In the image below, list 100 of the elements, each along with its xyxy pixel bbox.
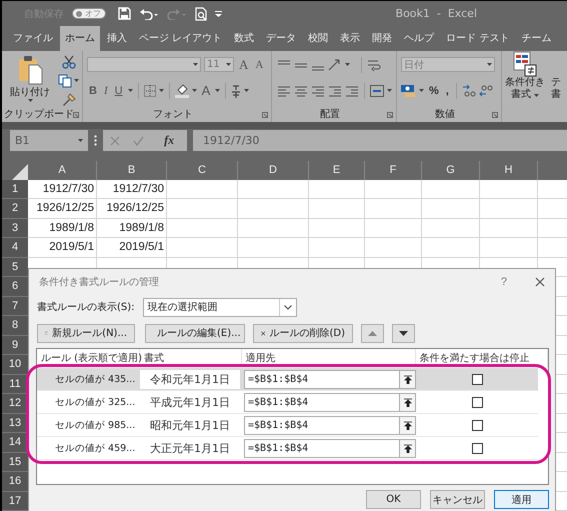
row-header[interactable]: 5 [2, 258, 28, 277]
bold-button[interactable]: B [87, 84, 99, 97]
stop-if-true-checkbox[interactable] [472, 442, 482, 454]
scissors-icon[interactable] [62, 54, 76, 69]
dialog-launcher-icon[interactable] [73, 112, 79, 118]
dialog-launcher-icon[interactable] [387, 112, 393, 118]
range-select-button[interactable] [400, 416, 416, 434]
dialog-launcher-icon[interactable] [492, 112, 498, 118]
stop-if-true-checkbox[interactable] [472, 396, 482, 408]
fill-color-icon[interactable] [174, 84, 189, 98]
new-rule-button[interactable]: 新規ルール(N)... [37, 324, 135, 342]
scope-dropdown[interactable]: 現在の選択範囲 [142, 298, 297, 316]
dialog-button[interactable]: OK [366, 490, 421, 509]
copy-icon[interactable] [58, 74, 72, 88]
align-left-icon[interactable] [277, 84, 291, 97]
borders-icon[interactable] [144, 84, 156, 97]
ribbon-tab[interactable]: 校閲 [303, 26, 334, 51]
row-header[interactable]: 7 [2, 296, 28, 316]
dialog-button[interactable]: キャンセル [430, 490, 485, 509]
row-header[interactable]: 8 [2, 316, 28, 336]
check-icon[interactable] [133, 136, 144, 146]
rule-row[interactable]: セルの値が 435... 令和元年1月1日 =$B$1:$B$4 [37, 368, 538, 391]
row-header[interactable]: 15 [2, 452, 28, 472]
phonetic-icon[interactable] [231, 84, 242, 98]
applies-to-field[interactable]: =$B$1:$B$4 [244, 416, 400, 434]
font-color-button[interactable]: A [200, 83, 212, 98]
dialog-title: 条件付き書式ルールの管理 [39, 276, 159, 289]
ribbon-tab[interactable]: 数式 [229, 26, 260, 51]
wrap-text-icon[interactable] [367, 58, 381, 72]
save-icon[interactable] [118, 7, 131, 20]
row-header[interactable]: 3 [2, 218, 28, 238]
ribbon-tab[interactable]: 挿入 [102, 26, 132, 51]
name-box[interactable]: B1 [10, 130, 88, 152]
stop-if-true-checkbox[interactable] [472, 374, 482, 384]
close-icon[interactable] [535, 277, 545, 287]
row-header[interactable]: 2 [2, 199, 28, 218]
rule-row[interactable]: セルの値が 459... 大正元年1月1日 =$B$1:$B$4 [37, 437, 538, 460]
comma-button[interactable]: , [444, 84, 451, 97]
decrease-decimal-icon[interactable] [478, 84, 493, 98]
ribbon-tab[interactable]: ヘルプ [399, 26, 440, 51]
delete-rule-button[interactable]: ルールの削除(D) [253, 324, 353, 342]
percent-button[interactable]: % [427, 84, 441, 97]
applies-to-field[interactable]: =$B$1:$B$4 [244, 438, 400, 458]
conditional-format-button[interactable]: 条件付き 書式 [502, 50, 548, 122]
print-preview-icon[interactable] [195, 6, 207, 21]
underline-button[interactable]: U [112, 84, 125, 97]
orientation-icon[interactable] [328, 58, 342, 71]
dialog-button[interactable]: 適用 [494, 490, 549, 509]
drag-handle-icon[interactable] [94, 135, 97, 146]
format-as-table-button[interactable]: テ 書 [548, 50, 564, 122]
row-header[interactable]: 16 [2, 472, 28, 492]
row-header[interactable]: 10 [2, 355, 28, 374]
move-down-button[interactable] [392, 324, 415, 342]
row-header[interactable]: 12 [2, 394, 28, 414]
ribbon-tab[interactable]: ページ レイアウト [134, 26, 228, 51]
font-name-field[interactable] [87, 57, 201, 72]
range-select-button[interactable] [400, 370, 416, 388]
formula-field[interactable]: 1912/7/30 [193, 130, 567, 152]
row-header[interactable]: 17 [2, 492, 28, 511]
format-preview: 平成元年1月1日 [149, 394, 231, 410]
italic-button[interactable]: I [102, 84, 110, 97]
ribbon-tab[interactable]: ホーム [60, 26, 100, 51]
merge-cells-icon[interactable] [370, 84, 384, 97]
customize-icon[interactable] [215, 10, 222, 17]
row-header[interactable]: 1 [2, 180, 28, 199]
row-header[interactable]: 4 [2, 238, 28, 258]
decrease-indent-icon[interactable] [328, 84, 342, 97]
ribbon-tab[interactable]: 開発 [367, 26, 398, 51]
ribbon-tab[interactable]: 表示 [335, 26, 366, 51]
stop-if-true-checkbox[interactable] [472, 420, 482, 430]
rule-row[interactable]: セルの値が 985... 昭和元年1月1日 =$B$1:$B$4 [37, 414, 538, 437]
ribbon-tab[interactable]: ロード テスト [441, 26, 514, 51]
row-header[interactable]: 6 [2, 277, 28, 296]
increase-decimal-icon[interactable] [462, 84, 476, 98]
dialog-launcher-icon[interactable] [262, 112, 268, 118]
range-select-button[interactable] [400, 392, 416, 412]
edit-rule-button[interactable]: ルールの編集(E)... [145, 324, 245, 342]
caret-icon [534, 94, 540, 97]
caret-icon [226, 63, 231, 66]
currency-icon[interactable] [401, 84, 416, 98]
row-header[interactable]: 14 [2, 433, 28, 452]
ribbon-tab[interactable]: ファイル [8, 26, 58, 51]
format-painter-icon[interactable] [62, 92, 76, 107]
help-button[interactable]: ? [494, 275, 513, 289]
align-right-icon[interactable] [311, 84, 325, 97]
caret-icon [128, 89, 133, 92]
ribbon-tab[interactable]: データ [261, 26, 302, 51]
range-select-button[interactable] [400, 438, 416, 458]
row-header[interactable]: 9 [2, 336, 28, 355]
ribbon-tab[interactable]: チーム [516, 26, 556, 51]
applies-to-field[interactable]: =$B$1:$B$4 [244, 370, 400, 388]
undo-icon[interactable] [139, 8, 159, 20]
move-up-button[interactable] [361, 324, 384, 342]
grow-font-button[interactable]: A [237, 56, 250, 73]
rule-row[interactable]: セルの値が 325... 平成元年1月1日 =$B$1:$B$4 [37, 391, 538, 414]
shrink-font-button[interactable]: A [253, 58, 266, 71]
align-center-icon[interactable] [294, 84, 308, 97]
applies-to-field[interactable]: =$B$1:$B$4 [244, 392, 400, 412]
increase-indent-icon[interactable] [345, 84, 359, 97]
paste-button[interactable]: 貼り付け [8, 54, 52, 107]
